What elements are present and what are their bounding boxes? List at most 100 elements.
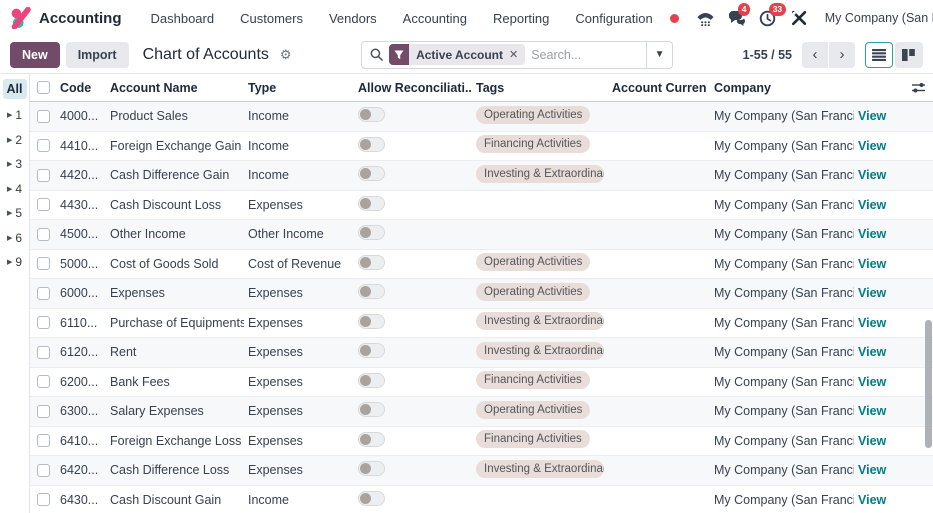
row-checkbox[interactable] bbox=[37, 405, 50, 418]
table-row[interactable]: 6110... Purchase of Equipments Expenses … bbox=[30, 309, 933, 339]
search-input[interactable] bbox=[525, 48, 646, 62]
code-cell: 6300... bbox=[56, 404, 106, 418]
allow-reconciliation-toggle[interactable] bbox=[358, 461, 385, 476]
list-view-button[interactable] bbox=[865, 42, 893, 68]
pager-next-button[interactable]: › bbox=[829, 42, 855, 68]
row-checkbox[interactable] bbox=[37, 493, 50, 506]
view-button[interactable]: View bbox=[858, 257, 886, 271]
menu-reporting[interactable]: Reporting bbox=[482, 6, 560, 31]
group-filter-6[interactable]: ▶6 bbox=[0, 226, 29, 251]
table-row[interactable]: 4430... Cash Discount Loss Expenses My C… bbox=[30, 191, 933, 221]
row-checkbox[interactable] bbox=[37, 228, 50, 241]
table-row[interactable]: 6000... Expenses Expenses Operating Acti… bbox=[30, 279, 933, 309]
group-filter-1[interactable]: ▶1 bbox=[0, 103, 29, 128]
menu-dashboard[interactable]: Dashboard bbox=[140, 6, 226, 31]
column-header-account-name[interactable]: Account Name bbox=[106, 81, 244, 95]
table-row[interactable]: 4410... Foreign Exchange Gain Income Fin… bbox=[30, 132, 933, 162]
table-row[interactable]: 5000... Cost of Goods Sold Cost of Reven… bbox=[30, 250, 933, 280]
menu-vendors[interactable]: Vendors bbox=[318, 6, 388, 31]
row-checkbox[interactable] bbox=[37, 316, 50, 329]
search-facet-active-account[interactable]: Active Account ✕ bbox=[389, 44, 525, 65]
current-company[interactable]: My Company (San Francisco) bbox=[825, 11, 933, 25]
view-button[interactable]: View bbox=[858, 316, 886, 330]
column-header-company[interactable]: Company bbox=[706, 81, 854, 95]
row-checkbox[interactable] bbox=[37, 110, 50, 123]
view-button[interactable]: View bbox=[858, 198, 886, 212]
table-row[interactable]: 6430... Cash Discount Gain Income My Com… bbox=[30, 486, 933, 513]
view-button[interactable]: View bbox=[858, 109, 886, 123]
allow-reconciliation-toggle[interactable] bbox=[358, 107, 385, 122]
row-checkbox[interactable] bbox=[37, 139, 50, 152]
menu-accounting[interactable]: Accounting bbox=[392, 6, 478, 31]
row-checkbox[interactable] bbox=[37, 375, 50, 388]
row-checkbox[interactable] bbox=[37, 346, 50, 359]
search-dropdown-toggle[interactable]: ▼ bbox=[646, 42, 672, 68]
allow-reconciliation-toggle[interactable] bbox=[358, 225, 385, 240]
group-filter-2[interactable]: ▶2 bbox=[0, 128, 29, 153]
scrollbar-thumb[interactable] bbox=[925, 320, 932, 448]
select-all-checkbox[interactable] bbox=[37, 81, 50, 94]
row-checkbox[interactable] bbox=[37, 198, 50, 211]
view-button[interactable]: View bbox=[858, 345, 886, 359]
facet-remove-icon[interactable]: ✕ bbox=[509, 48, 518, 61]
allow-reconciliation-toggle[interactable] bbox=[358, 402, 385, 417]
view-button[interactable]: View bbox=[858, 434, 886, 448]
table-row[interactable]: 4000... Product Sales Income Operating A… bbox=[30, 102, 933, 132]
table-row[interactable]: 6410... Foreign Exchange Loss Expenses F… bbox=[30, 427, 933, 457]
group-filter-9[interactable]: ▶9 bbox=[0, 250, 29, 275]
column-header-account-currency[interactable]: Account Curren... bbox=[608, 81, 706, 95]
app-switcher[interactable]: Accounting bbox=[10, 7, 122, 29]
allow-reconciliation-toggle[interactable] bbox=[358, 255, 385, 270]
allow-reconciliation-toggle[interactable] bbox=[358, 373, 385, 388]
table-row[interactable]: 4420... Cash Difference Gain Income Inve… bbox=[30, 161, 933, 191]
allow-reconciliation-toggle[interactable] bbox=[358, 196, 385, 211]
view-button[interactable]: View bbox=[858, 139, 886, 153]
view-button[interactable]: View bbox=[858, 227, 886, 241]
allow-reconciliation-toggle[interactable] bbox=[358, 284, 385, 299]
row-checkbox[interactable] bbox=[37, 287, 50, 300]
status-dot-icon[interactable] bbox=[664, 7, 686, 29]
table-row[interactable]: 6300... Salary Expenses Expenses Operati… bbox=[30, 397, 933, 427]
tools-icon[interactable] bbox=[788, 7, 810, 29]
scrollbar[interactable] bbox=[924, 74, 933, 513]
row-checkbox[interactable] bbox=[37, 434, 50, 447]
allow-reconciliation-toggle[interactable] bbox=[358, 137, 385, 152]
view-button[interactable]: View bbox=[858, 493, 886, 507]
allow-reconciliation-toggle[interactable] bbox=[358, 314, 385, 329]
allow-reconciliation-toggle[interactable] bbox=[358, 343, 385, 358]
group-filter-all[interactable]: All bbox=[3, 79, 27, 99]
kanban-view-button[interactable] bbox=[895, 42, 923, 68]
import-button[interactable]: Import bbox=[66, 42, 129, 68]
allow-reconciliation-toggle[interactable] bbox=[358, 491, 385, 506]
allow-reconciliation-toggle[interactable] bbox=[358, 432, 385, 447]
table-row[interactable]: 6420... Cash Difference Loss Expenses In… bbox=[30, 456, 933, 486]
view-button[interactable]: View bbox=[858, 286, 886, 300]
row-checkbox[interactable] bbox=[37, 464, 50, 477]
new-button[interactable]: New bbox=[10, 42, 60, 68]
menu-configuration[interactable]: Configuration bbox=[564, 6, 663, 31]
view-button[interactable]: View bbox=[858, 168, 886, 182]
allow-reconciliation-toggle[interactable] bbox=[358, 166, 385, 181]
row-checkbox[interactable] bbox=[37, 257, 50, 270]
row-checkbox[interactable] bbox=[37, 169, 50, 182]
group-filter-5[interactable]: ▶5 bbox=[0, 201, 29, 226]
activities-icon[interactable]: 33 bbox=[757, 7, 779, 29]
column-header-allow-reconciliation[interactable]: Allow Reconciliati... bbox=[354, 81, 472, 95]
phone-icon[interactable] bbox=[695, 7, 717, 29]
action-gear-icon[interactable]: ⚙ bbox=[280, 47, 292, 63]
table-row[interactable]: 4500... Other Income Other Income My Com… bbox=[30, 220, 933, 250]
view-button[interactable]: View bbox=[858, 404, 886, 418]
view-button[interactable]: View bbox=[858, 375, 886, 389]
messages-icon[interactable]: 4 bbox=[726, 7, 748, 29]
menu-customers[interactable]: Customers bbox=[229, 6, 314, 31]
column-header-type[interactable]: Type bbox=[244, 81, 354, 95]
pager-previous-button[interactable]: ‹ bbox=[802, 42, 828, 68]
view-button[interactable]: View bbox=[858, 463, 886, 477]
group-filter-4[interactable]: ▶4 bbox=[0, 177, 29, 202]
column-header-tags[interactable]: Tags bbox=[472, 81, 608, 95]
table-row[interactable]: 6120... Rent Expenses Investing & Extrao… bbox=[30, 338, 933, 368]
column-header-code[interactable]: Code bbox=[56, 81, 106, 95]
table-row[interactable]: 6200... Bank Fees Expenses Financing Act… bbox=[30, 368, 933, 398]
code-cell: 4420... bbox=[56, 168, 106, 182]
group-filter-3[interactable]: ▶3 bbox=[0, 152, 29, 177]
